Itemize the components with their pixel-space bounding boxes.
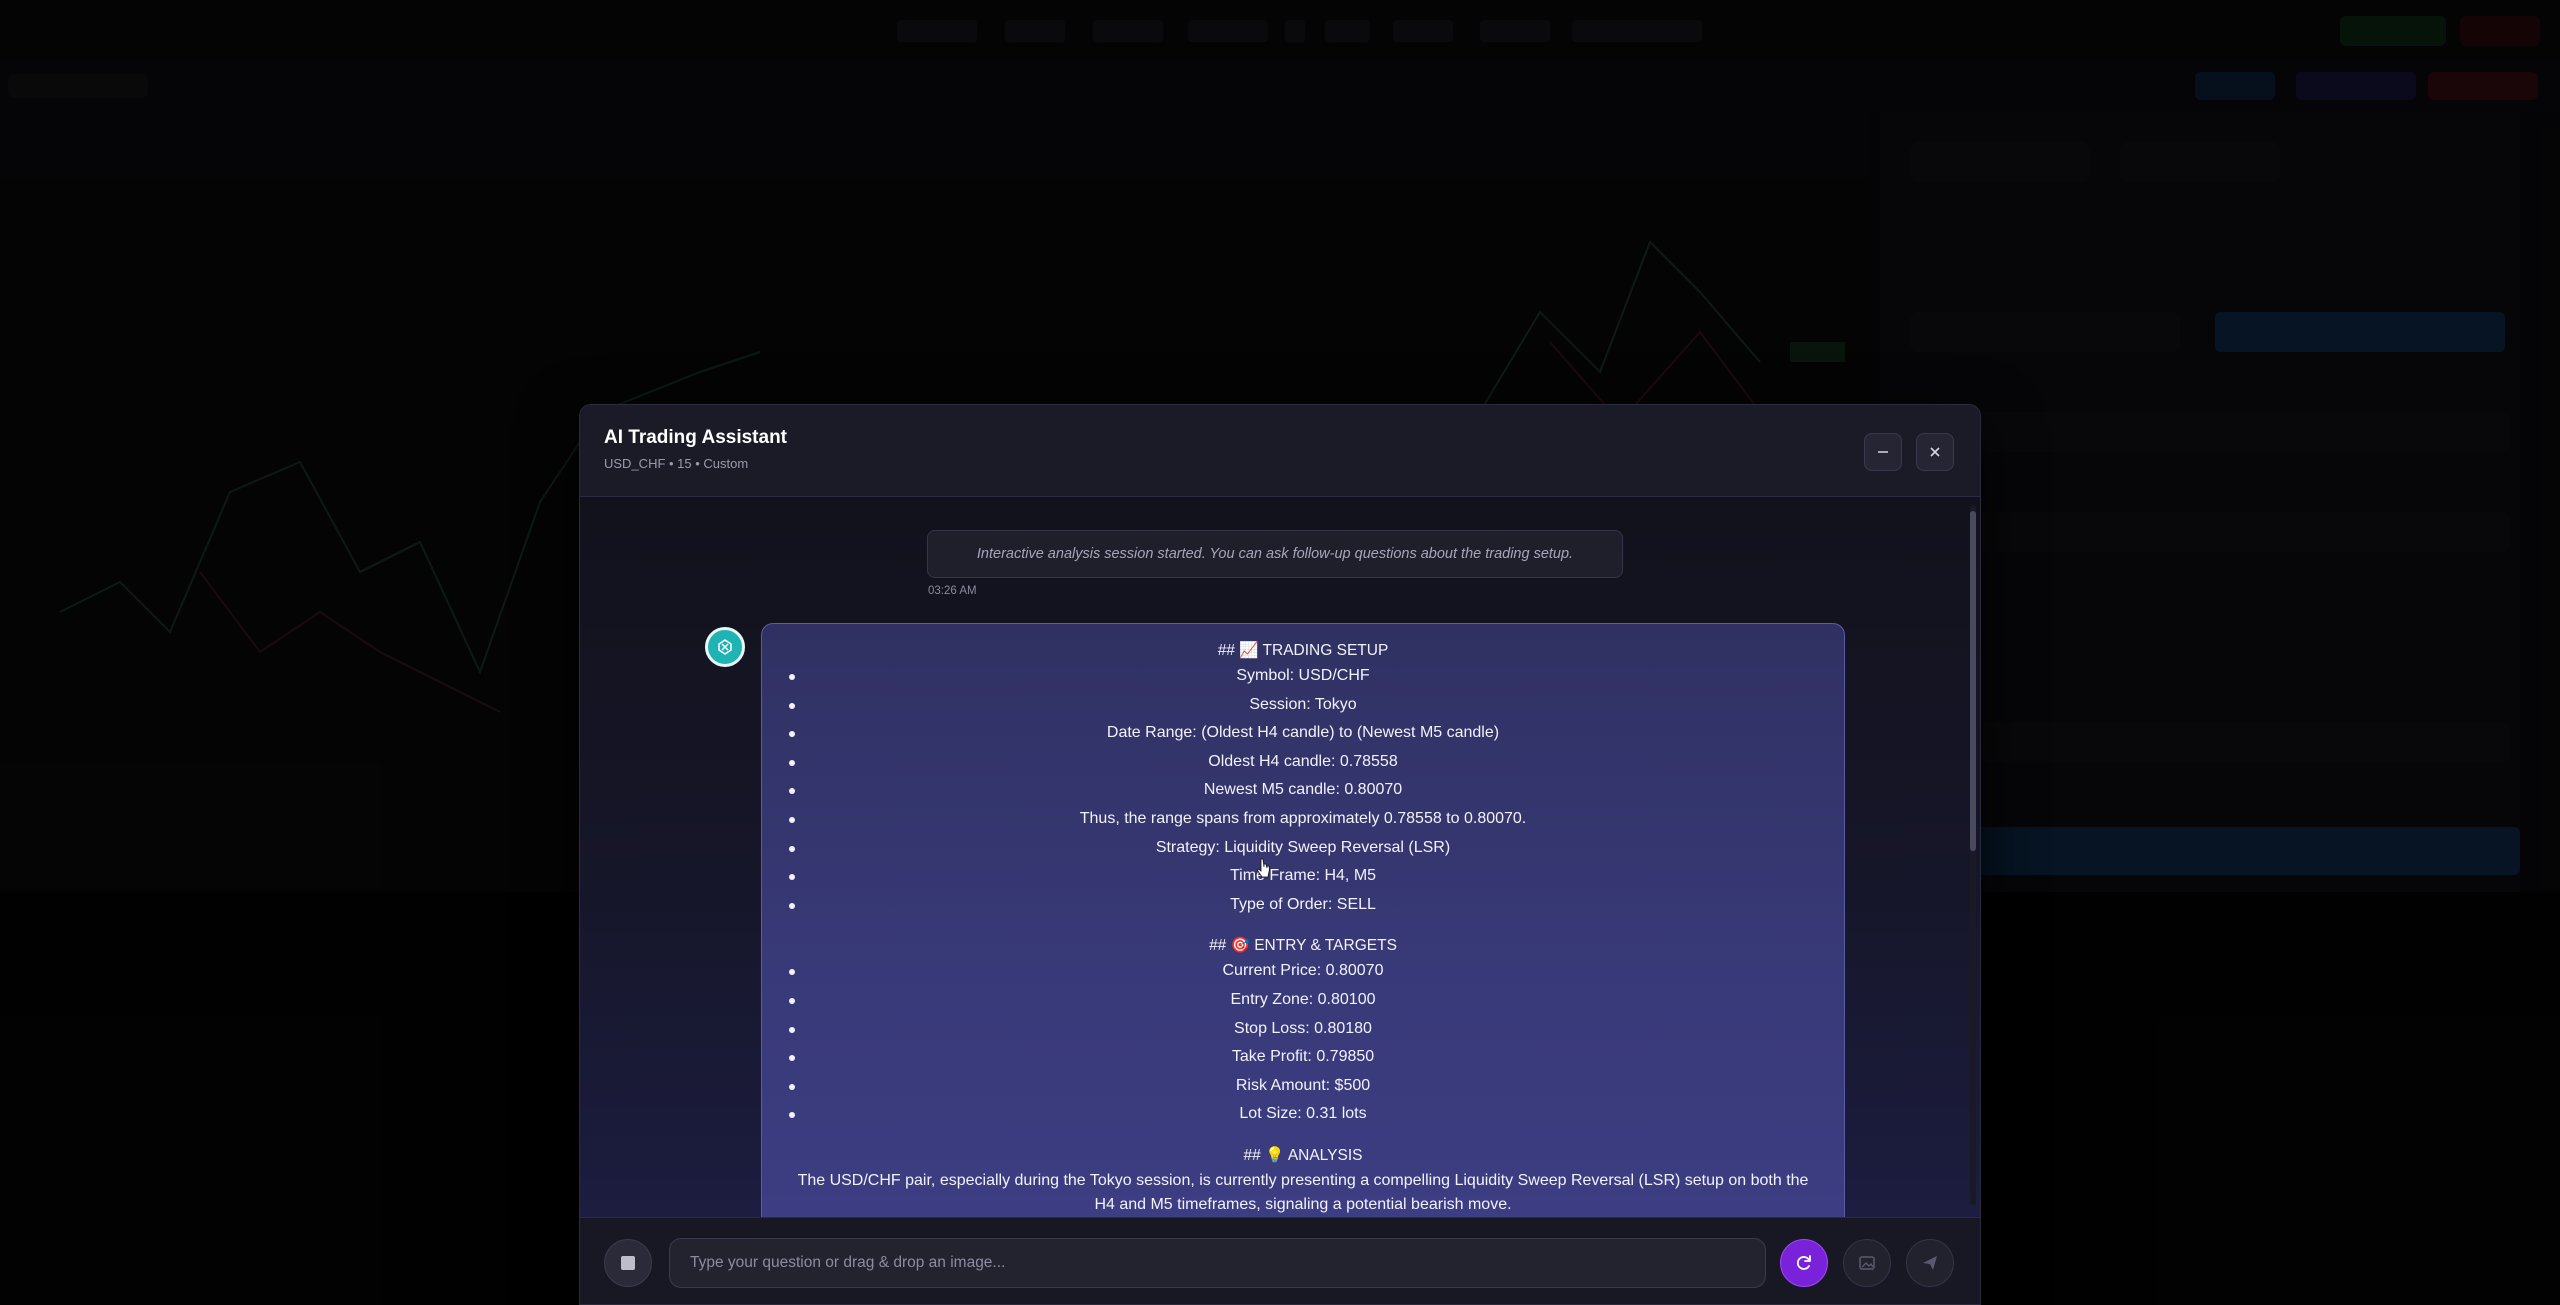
minimize-button[interactable]: [1864, 433, 1902, 471]
list-item: Symbol: USD/CHF: [786, 662, 1820, 691]
section-heading-entry-targets: ## 🎯 ENTRY & TARGETS: [1209, 937, 1397, 955]
modal-subtitle: USD_CHF • 15 • Custom: [604, 456, 749, 471]
chat-input-bar: [580, 1217, 1980, 1304]
send-icon: [1923, 1256, 1937, 1270]
list-item: Newest M5 candle: 0.80070: [786, 776, 1820, 805]
minus-icon: [1878, 451, 1888, 453]
section-heading-analysis: ## 💡 ANALYSIS: [1243, 1146, 1363, 1164]
list-item: Thus, the range spans from approximately…: [786, 805, 1820, 834]
modal-header: AI Trading Assistant USD_CHF • 15 • Cust…: [580, 405, 1980, 497]
list-item: Current Price: 0.80070: [786, 957, 1820, 986]
close-icon: [1930, 447, 1940, 457]
chat-messages-area[interactable]: Interactive analysis session started. Yo…: [580, 497, 1980, 1217]
modal-title: AI Trading Assistant: [604, 427, 787, 448]
entry-targets-list: Current Price: 0.80070 Entry Zone: 0.801…: [786, 957, 1820, 1129]
list-item: Lot Size: 0.31 lots: [786, 1100, 1820, 1129]
list-item: Type of Order: SELL: [786, 891, 1820, 920]
close-button[interactable]: [1916, 433, 1954, 471]
list-item: Session: Tokyo: [786, 691, 1820, 720]
system-message-time: 03:26 AM: [928, 585, 977, 597]
list-item: Oldest H4 candle: 0.78558: [786, 748, 1820, 777]
list-item: Time Frame: H4, M5: [786, 862, 1820, 891]
ai-assistant-modal: AI Trading Assistant USD_CHF • 15 • Cust…: [579, 404, 1981, 1305]
section-heading-trading-setup: ## 📈 TRADING SETUP: [1217, 642, 1389, 659]
refresh-button[interactable]: [1780, 1239, 1828, 1287]
stop-button[interactable]: [604, 1239, 652, 1287]
analysis-paragraph: The USD/CHF pair, especially during the …: [797, 1171, 1809, 1213]
send-button[interactable]: [1906, 1239, 1954, 1287]
list-item: Strategy: Liquidity Sweep Reversal (LSR): [786, 834, 1820, 863]
image-icon: [1859, 1256, 1875, 1270]
assistant-avatar: [705, 627, 745, 667]
list-item: Risk Amount: $500: [786, 1072, 1820, 1101]
mouse-cursor-icon: [1257, 858, 1270, 878]
trading-setup-list: Symbol: USD/CHF Session: Tokyo Date Rang…: [786, 662, 1820, 919]
list-item: Entry Zone: 0.80100: [786, 986, 1820, 1015]
list-item: Take Profit: 0.79850: [786, 1043, 1820, 1072]
refresh-icon: [1796, 1255, 1811, 1270]
assistant-message-bubble: ## 📈 TRADING SETUP Symbol: USD/CHF Sessi…: [761, 623, 1845, 1217]
stop-icon: [621, 1256, 635, 1270]
system-message: Interactive analysis session started. Yo…: [927, 530, 1623, 578]
chat-scrollbar-thumb[interactable]: [1970, 511, 1976, 851]
list-item: Stop Loss: 0.80180: [786, 1015, 1820, 1044]
assistant-logo-icon: [718, 639, 732, 655]
chat-input[interactable]: [669, 1238, 1766, 1288]
list-item: Date Range: (Oldest H4 candle) to (Newes…: [786, 719, 1820, 748]
attach-image-button[interactable]: [1843, 1239, 1891, 1287]
